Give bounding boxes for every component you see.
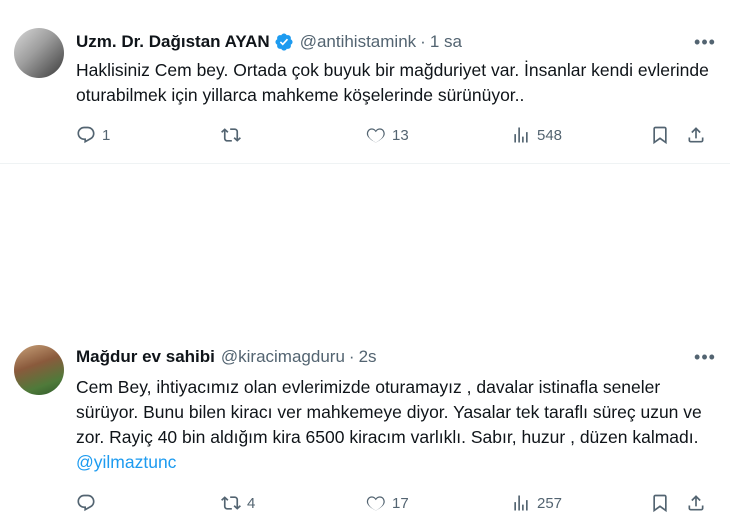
separator: · — [348, 347, 355, 366]
views-button[interactable]: 257 — [511, 493, 562, 513]
views-count: 257 — [537, 494, 563, 512]
more-horizontal-icon[interactable]: ••• — [694, 346, 716, 368]
like-button[interactable]: 13 — [366, 125, 409, 145]
timestamp[interactable]: 1 sa — [430, 32, 462, 52]
tweet-header: Uzm. Dr. Dağıstan AYAN @antihistamink · … — [76, 30, 462, 54]
tweet-header: Mağdur ev sahibi @kiracimagduru · 2s — [76, 345, 377, 369]
share-button[interactable] — [686, 125, 706, 145]
like-button[interactable]: 17 — [366, 493, 409, 513]
mention-link[interactable]: @yilmaztunc — [76, 452, 176, 472]
views-count: 548 — [537, 126, 563, 144]
retweet-icon — [221, 496, 241, 510]
display-name[interactable]: Mağdur ev sahibi — [76, 347, 215, 367]
tweet-body: Cem Bey, ihtiyacımız olan evlerimizde ot… — [76, 377, 702, 447]
share-button[interactable] — [686, 493, 706, 513]
avatar[interactable] — [14, 28, 64, 78]
heart-icon — [366, 496, 385, 511]
tweet-text: Haklisiniz Cem bey. Ortada çok buyuk bir… — [76, 60, 709, 105]
handle[interactable]: @antihistamink — [300, 32, 416, 52]
retweet-button[interactable]: 4 — [221, 493, 255, 513]
bar-chart-icon — [514, 495, 528, 511]
views-button[interactable]: 548 — [511, 125, 562, 145]
retweet-button[interactable] — [221, 125, 247, 145]
timestamp[interactable]: 2s — [359, 347, 377, 367]
share-icon — [688, 495, 704, 511]
like-count: 13 — [392, 126, 409, 144]
like-count: 17 — [392, 494, 409, 512]
action-bar: 4 17 257 — [76, 491, 716, 515]
more-horizontal-icon[interactable]: ••• — [694, 31, 716, 53]
display-name[interactable]: Uzm. Dr. Dağıstan AYAN — [76, 32, 270, 52]
tweet-text: Cem Bey, ihtiyacımız olan evlerimizde ot… — [76, 375, 716, 475]
handle[interactable]: @kiracimagduru — [221, 347, 345, 367]
reply-button[interactable] — [76, 493, 102, 513]
verified-badge-icon — [275, 33, 293, 51]
avatar[interactable] — [14, 345, 64, 395]
retweet-count: 4 — [247, 494, 256, 512]
share-icon — [688, 127, 704, 143]
bookmark-icon — [653, 126, 667, 145]
reply-icon — [77, 126, 95, 144]
bar-chart-icon — [514, 127, 528, 143]
reply-button[interactable]: 1 — [76, 125, 110, 145]
bookmark-button[interactable] — [650, 493, 670, 513]
tweet[interactable]: Uzm. Dr. Dağıstan AYAN @antihistamink · … — [0, 0, 730, 164]
tweet[interactable]: Mağdur ev sahibi @kiracimagduru · 2s •••… — [0, 164, 730, 513]
reply-count: 1 — [102, 126, 111, 144]
separator: · — [420, 32, 426, 51]
bookmark-icon — [653, 494, 667, 513]
action-bar: 1 13 548 — [76, 123, 716, 147]
heart-icon — [366, 128, 385, 143]
reply-icon — [77, 494, 95, 512]
bookmark-button[interactable] — [650, 125, 670, 145]
retweet-icon — [221, 128, 241, 142]
